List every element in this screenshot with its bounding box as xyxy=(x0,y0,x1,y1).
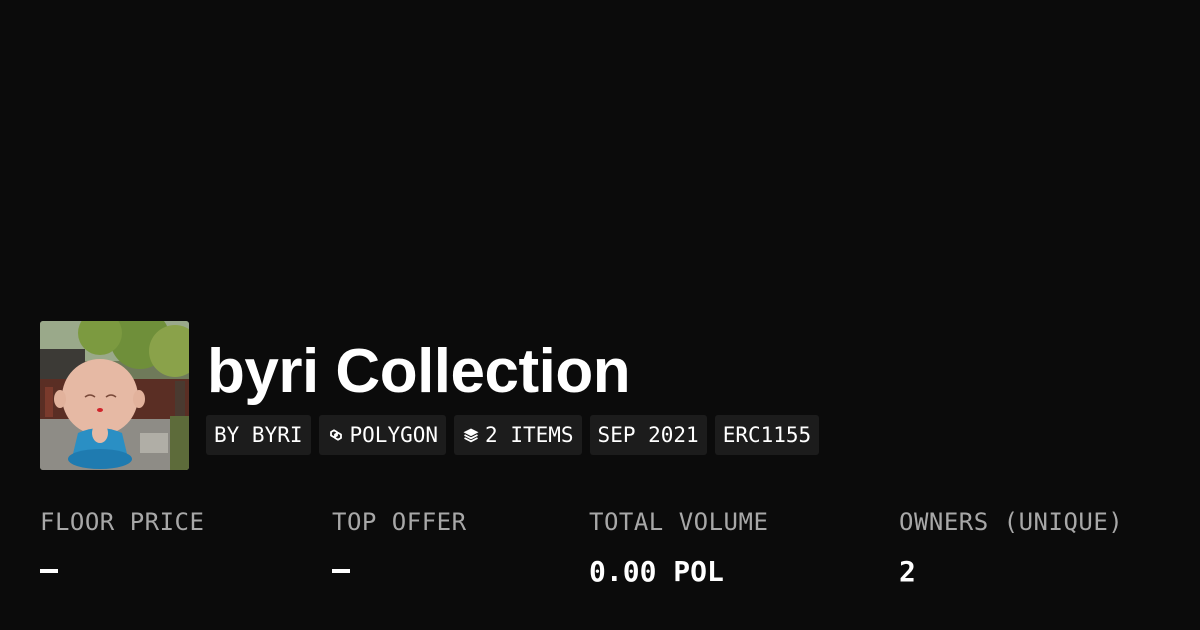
tag-date[interactable]: SEP 2021 xyxy=(589,415,707,455)
collection-title: byri Collection xyxy=(207,337,631,406)
stat-top-offer: TOP OFFER — xyxy=(332,504,467,590)
stat-top-offer-value: — xyxy=(332,554,467,590)
stat-owners-label: OWNERS (UNIQUE) xyxy=(899,508,1124,536)
tag-creator[interactable]: BY BYRI xyxy=(206,415,311,455)
tag-items-label: 2 ITEMS xyxy=(485,423,574,447)
tag-standard[interactable]: ERC1155 xyxy=(714,415,820,455)
tag-chain[interactable]: POLYGON xyxy=(318,415,447,455)
empty-value-dash xyxy=(40,569,58,573)
collection-tags: BY BYRI POLYGON 2 ITEMS SEP 2021 ERC1155 xyxy=(206,415,820,455)
stat-floor-price-label: FLOOR PRICE xyxy=(40,508,205,536)
tag-date-label: SEP 2021 xyxy=(597,423,699,447)
stat-floor-price: FLOOR PRICE — xyxy=(40,504,204,590)
stat-total-volume-label: TOTAL VOLUME xyxy=(589,508,769,536)
collection-card: byri Collection BY BYRI POLYGON 2 ITEMS … xyxy=(0,0,1200,630)
layers-icon xyxy=(462,427,480,443)
stat-top-offer-label: TOP OFFER xyxy=(332,508,467,536)
tag-items[interactable]: 2 ITEMS xyxy=(454,415,582,455)
avatar-image xyxy=(40,321,189,470)
stat-total-volume: TOTAL VOLUME 0.00 POL xyxy=(589,504,768,590)
tag-creator-label: BY BYRI xyxy=(214,423,303,447)
stat-total-volume-value: 0.00 POL xyxy=(589,555,724,588)
stat-owners: OWNERS (UNIQUE) 2 xyxy=(899,504,1123,590)
collection-avatar[interactable] xyxy=(40,321,189,470)
polygon-icon xyxy=(327,427,345,443)
stat-floor-price-value: — xyxy=(40,554,204,590)
tag-standard-label: ERC1155 xyxy=(722,423,812,447)
tag-chain-label: POLYGON xyxy=(349,423,439,447)
empty-value-dash xyxy=(332,569,350,573)
stat-owners-value: 2 xyxy=(899,555,916,588)
